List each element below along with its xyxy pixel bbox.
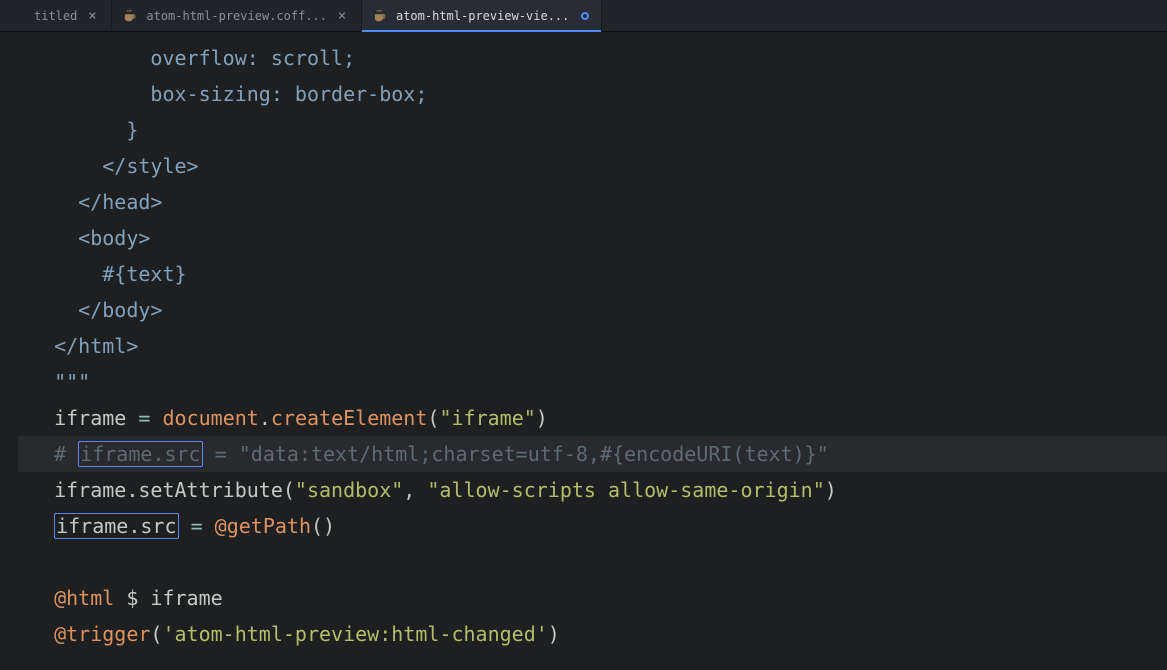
- code-token: </head>: [78, 190, 162, 214]
- code-token: = "data:text/html;charset=utf-8,#{encode…: [203, 442, 829, 466]
- code-token: </body>: [78, 298, 162, 322]
- code-token: =: [191, 514, 215, 538]
- code-token: 'atom-html-preview:html-changed': [162, 622, 547, 646]
- code-line[interactable]: </style>: [18, 148, 1167, 184]
- code-token: }: [126, 118, 138, 142]
- code-line[interactable]: </head>: [18, 184, 1167, 220]
- code-token: #: [54, 442, 78, 466]
- code-token: createElement: [271, 406, 428, 430]
- code-line[interactable]: <body>: [18, 220, 1167, 256]
- code-token: "iframe": [439, 406, 535, 430]
- code-line[interactable]: </body>: [18, 292, 1167, 328]
- code-token: =: [138, 406, 162, 430]
- code-line[interactable]: @html $ iframe: [18, 580, 1167, 616]
- code-token: iframe.src: [54, 513, 178, 539]
- code-token: (: [150, 622, 162, 646]
- code-token: ): [825, 478, 837, 502]
- code-token: overflow: scroll;: [150, 46, 355, 70]
- code-token: [179, 514, 191, 538]
- code-line[interactable]: """: [18, 364, 1167, 400]
- tab-preview-coff[interactable]: atom-html-preview.coff... ×: [112, 0, 362, 32]
- code-token: ,: [403, 478, 427, 502]
- code-token: ): [536, 406, 548, 430]
- code-token: ): [548, 622, 560, 646]
- code-token: <body>: [78, 226, 150, 250]
- code-token: @html: [54, 586, 114, 610]
- tab-untitled[interactable]: titled ×: [0, 0, 112, 32]
- code-token: (: [427, 406, 439, 430]
- code-line[interactable]: overflow: scroll;: [18, 40, 1167, 76]
- code-token: box-sizing: border-box;: [150, 82, 427, 106]
- modified-indicator-icon: [581, 12, 589, 20]
- code-token: iframe: [54, 406, 138, 430]
- tab-label: atom-html-preview-vie...: [396, 9, 569, 23]
- code-token: iframe.src: [78, 441, 202, 467]
- code-line[interactable]: # iframe.src = "data:text/html;charset=u…: [18, 436, 1167, 472]
- tab-label: atom-html-preview.coff...: [146, 9, 327, 23]
- code-token: document: [162, 406, 258, 430]
- code-line[interactable]: </html>: [18, 328, 1167, 364]
- tab-bar: titled × atom-html-preview.coff... × ato…: [0, 0, 1167, 32]
- code-line[interactable]: iframe = document.createElement("iframe"…: [18, 400, 1167, 436]
- code-line[interactable]: iframe.setAttribute("sandbox", "allow-sc…: [18, 472, 1167, 508]
- code-token: "allow-scripts allow-same-origin": [427, 478, 824, 502]
- code-line[interactable]: [18, 544, 1167, 580]
- code-editor[interactable]: overflow: scroll; box-sizing: border-box…: [0, 32, 1167, 670]
- coffee-icon: [124, 9, 138, 23]
- tab-label: titled: [34, 9, 77, 23]
- code-token: </style>: [102, 154, 198, 178]
- code-token: #{text}: [102, 262, 186, 286]
- code-area[interactable]: overflow: scroll; box-sizing: border-box…: [18, 32, 1167, 670]
- code-line[interactable]: @trigger('atom-html-preview:html-changed…: [18, 616, 1167, 652]
- tab-preview-view[interactable]: atom-html-preview-vie...: [362, 0, 602, 32]
- code-token: $ iframe: [114, 586, 222, 610]
- code-token: (): [311, 514, 335, 538]
- code-token: @getPath: [215, 514, 311, 538]
- code-token: </html>: [54, 334, 138, 358]
- gutter: [0, 32, 18, 670]
- code-line[interactable]: }: [18, 112, 1167, 148]
- coffee-icon: [374, 9, 388, 23]
- close-icon[interactable]: ×: [85, 8, 99, 24]
- code-token: iframe.setAttribute(: [54, 478, 295, 502]
- code-line[interactable]: iframe.src = @getPath(): [18, 508, 1167, 544]
- close-icon[interactable]: ×: [335, 8, 349, 24]
- code-line[interactable]: box-sizing: border-box;: [18, 76, 1167, 112]
- code-token: """: [54, 370, 90, 394]
- file-icon: [12, 9, 26, 23]
- code-token: @trigger: [54, 622, 150, 646]
- code-token: .: [259, 406, 271, 430]
- code-line[interactable]: #{text}: [18, 256, 1167, 292]
- code-token: "sandbox": [295, 478, 403, 502]
